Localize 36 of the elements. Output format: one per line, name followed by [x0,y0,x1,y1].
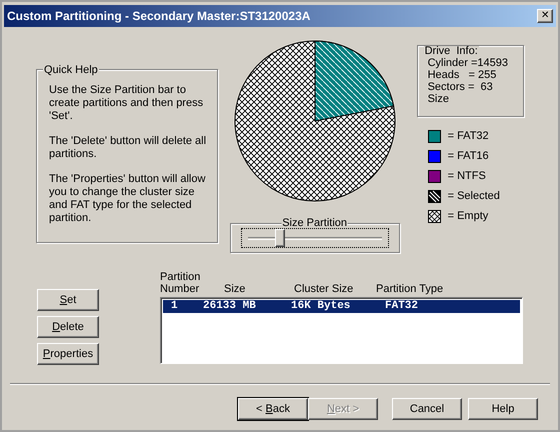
column-header: Size [223,283,246,295]
group-title: Drive Info: [424,46,479,56]
drive-info-line: Sectors = 63 [428,81,494,93]
group-title: Quick Help [43,62,99,78]
legend-label: = Selected [448,189,500,204]
legend-label: = Empty [448,209,488,224]
drive-info-line: Size [428,93,450,105]
wizard-button[interactable]: Help [468,398,538,420]
help-paragraph: The 'Properties' button will allow you to change the cluster size and FAT type for the selected partition. [49,173,206,225]
legend-label: = FAT16 [448,149,489,164]
action-button[interactable]: Delete [37,316,99,338]
wizard-button[interactable]: Cancel [392,398,462,420]
table-cell-text: 1 [170,299,179,314]
slider-thumb[interactable] [274,229,285,247]
help-paragraph: Use the Size Partition bar to create partitions and then press 'Set'. [49,84,204,123]
size-slider[interactable] [240,228,389,248]
group-title: Size Partition [281,217,348,229]
hatched-swatch-icon [428,190,441,203]
action-button[interactable]: Set [37,289,99,311]
table-cell-text: 16K Bytes [290,299,352,314]
table-cell-text: 26133 MB [203,299,257,314]
window-title: Custom Partitioning - Secondary Master:ST3120023A [7,8,310,25]
help-paragraph: The 'Delete' button will delete all partitions. [49,135,208,161]
column-header: Partition Type [376,283,444,295]
crosshatch-swatch-icon [428,210,441,223]
column-header: Partition Number [160,271,202,295]
legend-label: = FAT32 [448,129,489,144]
drive-info-line: Heads = 255 [428,69,498,81]
action-button[interactable]: Properties [37,343,99,365]
partition-row[interactable]: 1 26133 MB 16K Bytes FAT32 [163,300,520,313]
column-header: Cluster Size [293,283,354,295]
wizard-button[interactable]: < Back [238,398,308,420]
table-cell-text: FAT32 [384,299,420,314]
drive-info-line: Cylinder =14593 [428,57,510,69]
legend-label: = NTFS [448,169,486,184]
close-button[interactable]: ✕ [537,9,553,23]
